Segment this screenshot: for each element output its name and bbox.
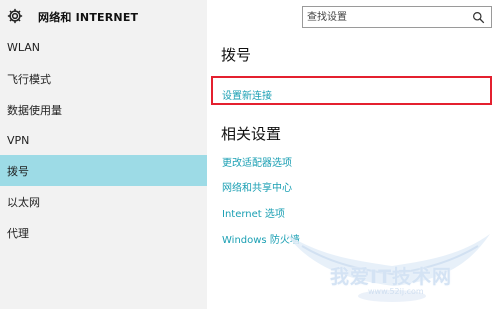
setup-new-connection-link[interactable]: 设置新连接 (222, 87, 272, 102)
sidebar-item-proxy[interactable]: 代理 (0, 217, 207, 248)
watermark-text: 我爱IT技术网 (330, 266, 453, 288)
sidebar: 网络和 INTERNET WLAN 飞行模式 数据使用量 VPN 拨号 以太网 … (0, 0, 207, 309)
header: 网络和 INTERNET (0, 0, 207, 34)
change-adapter-options-link[interactable]: 更改适配器选项 (222, 154, 292, 169)
search-icon[interactable] (472, 11, 485, 24)
page-title: 网络和 INTERNET (38, 11, 139, 24)
sidebar-item-airplane-mode[interactable]: 飞行模式 (0, 63, 207, 94)
sidebar-item-wlan[interactable]: WLAN (0, 32, 207, 63)
search-input[interactable] (307, 8, 457, 26)
section-title-related-settings: 相关设置 (221, 125, 282, 143)
watermark-url: www.52ij.com (368, 287, 424, 296)
sidebar-item-dialup[interactable]: 拨号 (0, 155, 207, 186)
internet-options-link[interactable]: Internet 选项 (222, 205, 285, 220)
sidebar-item-ethernet[interactable]: 以太网 (0, 186, 207, 217)
search-box[interactable] (302, 6, 492, 28)
network-sharing-center-link[interactable]: 网络和共享中心 (222, 179, 292, 194)
gear-icon[interactable] (6, 7, 24, 25)
sidebar-item-data-usage[interactable]: 数据使用量 (0, 94, 207, 125)
section-title-dialup: 拨号 (221, 46, 252, 64)
sidebar-item-vpn[interactable]: VPN (0, 125, 207, 156)
windows-firewall-link[interactable]: Windows 防火墙 (222, 231, 300, 246)
